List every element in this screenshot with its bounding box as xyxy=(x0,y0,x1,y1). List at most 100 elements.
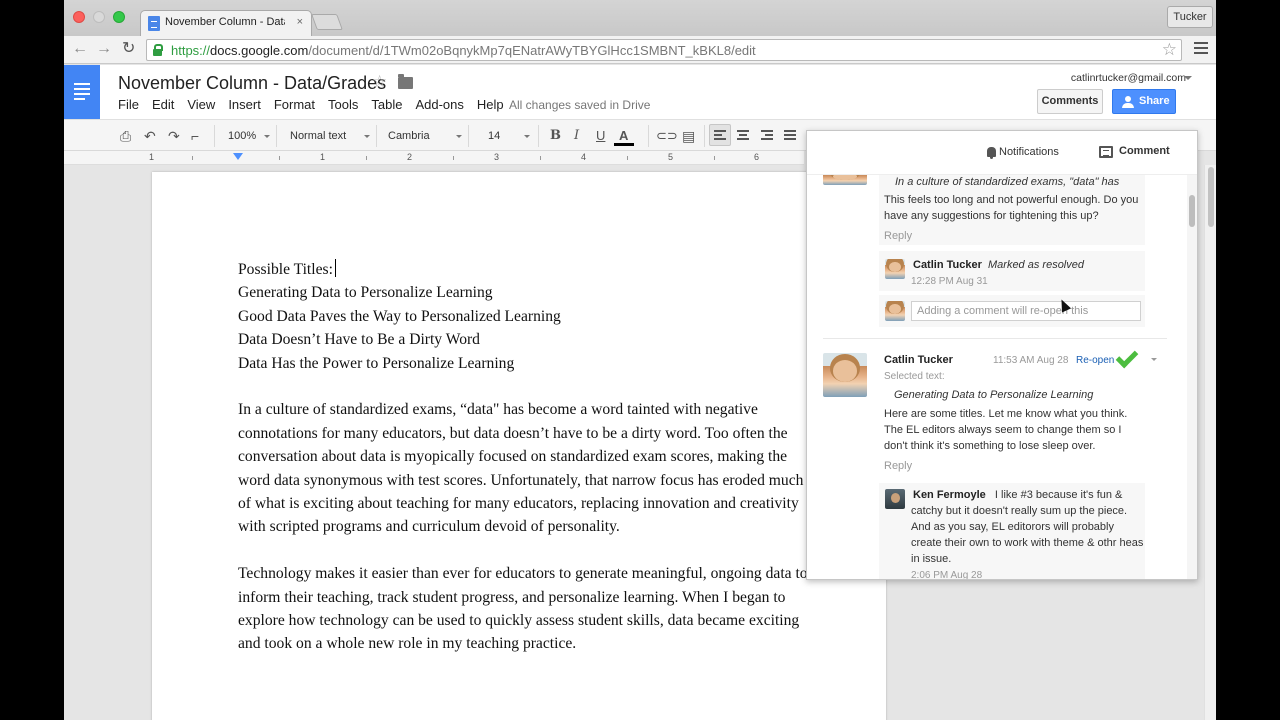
text-color-button[interactable]: A xyxy=(619,128,628,144)
undo-icon[interactable]: ↶ xyxy=(144,128,156,144)
menu-add-ons[interactable]: Add-ons xyxy=(415,97,463,115)
text-cursor xyxy=(334,259,336,277)
style-caret-icon[interactable] xyxy=(364,135,370,138)
tab-title: November Column - Data/G xyxy=(165,16,285,28)
reply-link[interactable]: Reply xyxy=(884,228,912,244)
menu-insert[interactable]: Insert xyxy=(228,97,261,115)
reply-body: in issue. xyxy=(911,553,952,565)
document-page[interactable]: Possible Titles: Generating Data to Pers… xyxy=(152,172,886,720)
url-text: https://docs.google.com/document/d/1TWm0… xyxy=(171,43,756,58)
underline-button[interactable]: U xyxy=(596,128,605,144)
re-open-link[interactable]: Re-open xyxy=(1076,353,1114,369)
comments-panel: Notifications Comment In a culture of st… xyxy=(806,130,1198,580)
comment-quote: In a culture of standardized exams, "dat… xyxy=(895,176,1120,188)
italic-button[interactable]: I xyxy=(574,128,579,144)
font-size-select[interactable]: 14 xyxy=(488,128,500,144)
justify-icon[interactable] xyxy=(784,130,796,140)
tab-strip: November Column - Data/G × Tucker xyxy=(64,0,1216,36)
folder-icon[interactable] xyxy=(398,74,413,89)
selected-text-label: Selected text: xyxy=(884,371,945,382)
zoom-caret-icon[interactable] xyxy=(264,135,270,138)
menu-table[interactable]: Table xyxy=(371,97,402,115)
document-scrollbar[interactable] xyxy=(1204,165,1216,720)
menu-file[interactable]: File xyxy=(118,97,139,115)
docs-header: November Column - Data/Grades ☆ File Edi… xyxy=(64,65,1216,119)
reply-input[interactable]: Adding a comment will re-open this xyxy=(911,301,1141,321)
document-scrollbar-thumb[interactable] xyxy=(1208,167,1214,227)
comments-scrollbar[interactable] xyxy=(1187,175,1197,579)
style-select[interactable]: Normal text xyxy=(290,128,346,144)
divider xyxy=(823,338,1167,339)
avatar xyxy=(885,301,905,321)
comment-button[interactable]: Comment xyxy=(1119,145,1170,157)
account-caret-icon[interactable] xyxy=(1184,76,1192,80)
docs-favicon-icon xyxy=(148,16,160,31)
paragraph: Technology makes it easier than ever for… xyxy=(238,565,808,653)
indent-marker[interactable] xyxy=(233,153,243,160)
close-window-button[interactable] xyxy=(73,11,85,23)
comments-scrollbar-thumb[interactable] xyxy=(1189,195,1195,227)
new-tab-button[interactable] xyxy=(311,14,343,30)
comment-body: Here are some titles. Let me know what y… xyxy=(884,408,1128,420)
text-color-swatch xyxy=(614,143,634,146)
comment-body: have any suggestions for tightening this… xyxy=(884,210,1099,222)
comment-body: This feels too long and not powerful eno… xyxy=(884,194,1139,206)
browser-window: November Column - Data/G × Tucker ← → ↻ … xyxy=(64,0,1216,720)
zoom-window-button[interactable] xyxy=(113,11,125,23)
font-size-caret-icon[interactable] xyxy=(524,135,530,138)
menu-help[interactable]: Help xyxy=(477,97,504,115)
tab-close-icon[interactable]: × xyxy=(297,16,303,28)
font-select[interactable]: Cambria xyxy=(388,128,430,144)
bookmark-star-icon[interactable]: ☆ xyxy=(1162,40,1177,60)
paint-format-icon[interactable]: ⌐ xyxy=(191,128,199,144)
link-icon[interactable]: ⊂⊃ xyxy=(656,128,678,144)
check-icon[interactable] xyxy=(1115,345,1139,369)
notifications-button[interactable]: Notifications xyxy=(999,146,1059,158)
profile-button[interactable]: Tucker xyxy=(1167,6,1213,28)
screen: November Column - Data/G × Tucker ← → ↻ … xyxy=(0,0,1280,720)
print-icon[interactable]: ⎙ xyxy=(120,128,131,144)
insert-comment-icon[interactable]: ▤ xyxy=(682,128,695,144)
browser-toolbar: ← → ↻ https://docs.google.com/document/d… xyxy=(64,36,1216,64)
back-arrow-icon[interactable]: ← xyxy=(72,40,88,58)
account-email[interactable]: catlinrtucker@gmail.com xyxy=(1071,72,1186,84)
comment-author: Catlin Tucker xyxy=(884,354,953,366)
menu-edit[interactable]: Edit xyxy=(152,97,174,115)
menu-tools[interactable]: Tools xyxy=(328,97,358,115)
address-bar[interactable]: https://docs.google.com/document/d/1TWm0… xyxy=(146,39,1182,61)
avatar xyxy=(885,259,905,279)
bold-button[interactable]: B xyxy=(550,128,561,144)
browser-menu-icon[interactable] xyxy=(1194,42,1208,54)
thread-options-icon[interactable] xyxy=(1151,358,1157,361)
menu-format[interactable]: Format xyxy=(274,97,315,115)
title-option: Data Has the Power to Personalize Learni… xyxy=(238,354,515,372)
font-caret-icon[interactable] xyxy=(456,135,462,138)
reply-time: 2:06 PM Aug 28 xyxy=(911,570,983,580)
comments-button[interactable]: Comments xyxy=(1037,89,1103,114)
reply-link[interactable]: Reply xyxy=(884,458,912,474)
share-button[interactable]: Share xyxy=(1112,89,1176,114)
redo-icon[interactable]: ↷ xyxy=(168,128,180,144)
reload-icon[interactable]: ↻ xyxy=(122,40,135,58)
zoom-select[interactable]: 100% xyxy=(228,128,256,144)
star-icon[interactable]: ☆ xyxy=(372,72,387,92)
browser-tab[interactable]: November Column - Data/G × xyxy=(140,10,312,36)
document-title[interactable]: November Column - Data/Grades xyxy=(118,73,386,94)
align-left-button[interactable] xyxy=(709,124,731,146)
menu-view[interactable]: View xyxy=(187,97,215,115)
forward-arrow-icon[interactable]: → xyxy=(96,40,112,58)
comment-icon[interactable] xyxy=(1099,146,1113,158)
reply-body: create their own to work with theme & ot… xyxy=(911,537,1144,549)
align-center-icon[interactable] xyxy=(737,130,749,140)
paragraph: In a culture of standardized exams, “dat… xyxy=(238,401,804,536)
menu-bar: File Edit View Insert Format Tools Table… xyxy=(118,97,517,115)
minimize-window-button[interactable] xyxy=(93,11,105,23)
bell-icon[interactable] xyxy=(987,147,996,159)
document-body[interactable]: Possible Titles: Generating Data to Pers… xyxy=(238,258,818,679)
lock-icon xyxy=(153,44,163,56)
reply-body: And as you say, EL editorors will probab… xyxy=(911,521,1114,533)
save-status: All changes saved in Drive xyxy=(509,98,651,112)
docs-home-logo[interactable] xyxy=(64,65,100,119)
align-right-icon[interactable] xyxy=(761,130,773,140)
resolve-line: Catlin Tucker Marked as resolved xyxy=(913,259,1084,271)
